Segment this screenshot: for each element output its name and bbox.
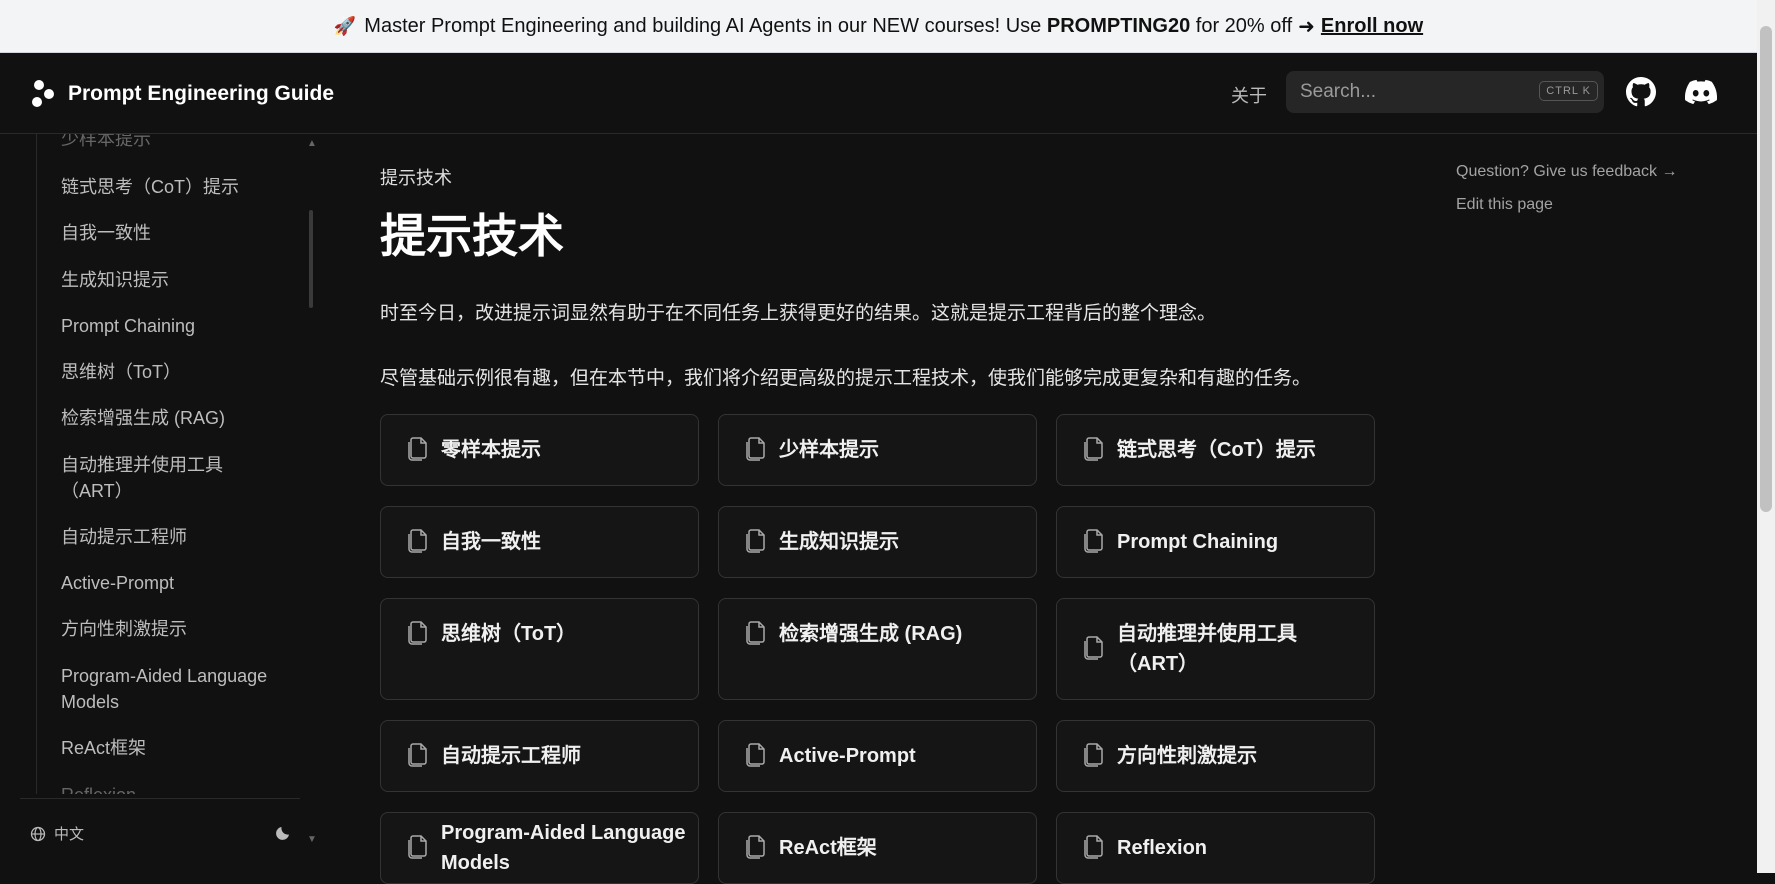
language-label: 中文 <box>54 826 85 843</box>
file-icon <box>1081 435 1105 466</box>
sidebar-item[interactable]: 自动推理并使用工具（ART） <box>61 452 231 504</box>
file-icon <box>743 741 767 772</box>
technique-card[interactable]: Prompt Chaining <box>1056 506 1375 578</box>
card-label: ReAct框架 <box>779 837 877 859</box>
technique-card[interactable]: 零样本提示 <box>380 414 699 486</box>
technique-card[interactable]: 检索增强生成 (RAG) <box>718 598 1037 700</box>
moon-icon[interactable] <box>275 823 293 841</box>
rocket-icon: 🚀 <box>333 15 357 36</box>
sidebar-item[interactable]: 检索增强生成 (RAG) <box>61 405 286 431</box>
page-scrollbar[interactable] <box>1757 0 1775 873</box>
technique-card[interactable]: Reflexion <box>1056 812 1375 884</box>
card-label: 自我一致性 <box>441 531 541 553</box>
scroll-down-icon[interactable]: ▼ <box>307 834 317 845</box>
discord-icon[interactable] <box>1685 79 1717 105</box>
sidebar-item[interactable]: 链式思考（CoT）提示 <box>61 174 286 200</box>
file-icon <box>743 527 767 558</box>
card-label: 思维树（ToT） <box>441 623 577 645</box>
banner-suffix: for 20% off <box>1195 14 1293 37</box>
page-title: 提示技术 <box>380 210 564 262</box>
search-shortcut: CTRL K <box>1539 81 1598 101</box>
github-icon[interactable] <box>1626 77 1656 107</box>
sidebar-scrollbar[interactable] <box>309 210 313 308</box>
card-label: Program-Aided Language Models <box>441 822 686 874</box>
card-label: 生成知识提示 <box>779 531 899 553</box>
sidebar-nav: 少样本提示 链式思考（CoT）提示 自我一致性 生成知识提示 Prompt Ch… <box>36 134 297 794</box>
file-icon <box>405 527 429 558</box>
about-link[interactable]: 关于 <box>1231 82 1267 108</box>
logo-link[interactable]: Prompt Engineering Guide <box>30 79 334 109</box>
sidebar-item[interactable]: 少样本提示 <box>61 134 286 152</box>
card-label: 方向性刺激提示 <box>1117 745 1257 767</box>
sidebar: 少样本提示 链式思考（CoT）提示 自我一致性 生成知识提示 Prompt Ch… <box>0 134 320 873</box>
sidebar-footer: 中文 <box>20 798 300 874</box>
card-label: 自动提示工程师 <box>441 745 581 767</box>
file-icon <box>743 619 767 650</box>
promo-code: PROMPTING20 <box>1046 14 1191 37</box>
banner-text: Master Prompt Engineering and building A… <box>364 14 1042 37</box>
card-label: 零样本提示 <box>441 439 541 461</box>
file-icon <box>405 435 429 466</box>
intro-paragraph: 时至今日，改进提示词显然有助于在不同任务上获得更好的结果。这就是提示工程背后的整… <box>380 303 1217 324</box>
file-icon <box>743 833 767 864</box>
technique-card[interactable]: 生成知识提示 <box>718 506 1037 578</box>
promo-banner: 🚀 Master Prompt Engineering and building… <box>0 0 1757 53</box>
card-label: 链式思考（CoT）提示 <box>1117 439 1316 461</box>
card-label: 少样本提示 <box>779 439 879 461</box>
technique-card[interactable]: 思维树（ToT） <box>380 598 699 700</box>
technique-card[interactable]: 自我一致性 <box>380 506 699 578</box>
sidebar-item[interactable]: 自我一致性 <box>61 220 286 246</box>
enroll-link[interactable]: Enroll now <box>1321 15 1423 38</box>
file-icon <box>743 435 767 466</box>
language-switcher[interactable]: 中文 <box>30 823 84 844</box>
file-icon <box>405 741 429 772</box>
breadcrumb: 提示技术 <box>380 168 452 188</box>
search-box[interactable]: CTRL K <box>1286 71 1604 113</box>
top-nav: Prompt Engineering Guide 关于 CTRL K <box>0 53 1757 134</box>
file-icon <box>1081 527 1105 558</box>
technique-card[interactable]: ReAct框架 <box>718 812 1037 884</box>
feedback-link[interactable]: Question? Give us feedback → <box>1456 163 1677 181</box>
card-label: Prompt Chaining <box>1117 531 1279 553</box>
sidebar-item[interactable]: Prompt Chaining <box>61 313 286 339</box>
sidebar-item[interactable]: 生成知识提示 <box>61 267 286 293</box>
scrollbar-thumb[interactable] <box>1760 26 1772 512</box>
technique-card[interactable]: 少样本提示 <box>718 414 1037 486</box>
technique-card[interactable]: Program-Aided Language Models <box>380 812 699 884</box>
sidebar-item[interactable]: Reflexion <box>61 782 286 794</box>
sidebar-item[interactable]: 自动提示工程师 <box>61 524 286 550</box>
card-label: Active-Prompt <box>779 745 916 767</box>
sidebar-item[interactable]: 思维树（ToT） <box>61 359 286 385</box>
edit-page-link[interactable]: Edit this page <box>1456 196 1553 214</box>
file-icon <box>1081 634 1105 665</box>
arrow-icon: ➜ <box>1298 15 1315 38</box>
file-icon <box>1081 833 1105 864</box>
file-icon <box>1081 741 1105 772</box>
card-label: 自动推理并使用工具（ART） <box>1117 623 1297 675</box>
technique-card[interactable]: 链式思考（CoT）提示 <box>1056 414 1375 486</box>
globe-icon <box>30 826 46 841</box>
search-input[interactable] <box>1286 80 1532 104</box>
technique-card[interactable]: 自动提示工程师 <box>380 720 699 792</box>
intro-paragraph-2: 尽管基础示例很有趣，但在本节中，我们将介绍更高级的提示工程技术，使我们能够完成更… <box>380 368 1312 389</box>
sidebar-item[interactable]: ReAct框架 <box>61 735 286 761</box>
sidebar-item[interactable]: Active-Prompt <box>61 570 286 596</box>
logo-icon <box>30 79 58 109</box>
sidebar-item[interactable]: Program-Aided Language Models <box>61 663 286 715</box>
file-icon <box>405 619 429 650</box>
card-label: Reflexion <box>1117 837 1208 859</box>
file-icon <box>405 833 429 864</box>
site-title: Prompt Engineering Guide <box>68 82 335 105</box>
technique-card[interactable]: Active-Prompt <box>718 720 1037 792</box>
scroll-up-icon[interactable]: ▲ <box>307 138 317 149</box>
technique-card[interactable]: 自动推理并使用工具（ART） <box>1056 598 1375 700</box>
card-label: 检索增强生成 (RAG) <box>779 623 963 645</box>
technique-card[interactable]: 方向性刺激提示 <box>1056 720 1375 792</box>
sidebar-item[interactable]: 方向性刺激提示 <box>61 616 286 642</box>
